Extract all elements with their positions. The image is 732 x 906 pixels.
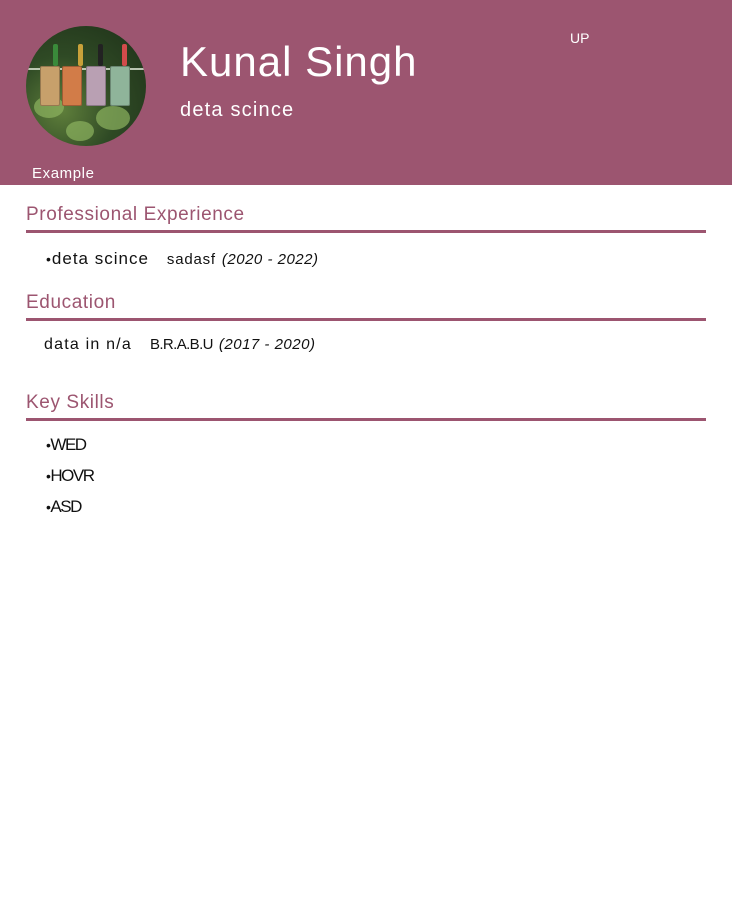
education-degree: data in n/a: [44, 336, 132, 353]
candidate-location: UP: [570, 30, 590, 46]
experience-heading: Professional Experience: [26, 204, 706, 233]
education-section: Education data in n/a B.R.A.B.U (2017 - …: [26, 292, 706, 354]
skill-item: •WED: [46, 429, 706, 460]
experience-title: deta scince: [51, 249, 149, 268]
skills-heading: Key Skills: [26, 392, 706, 421]
skill-item: •HOVR: [46, 460, 706, 491]
bullet-icon: •: [46, 437, 51, 453]
skills-list: •WED •HOVR •ASD: [46, 429, 706, 522]
candidate-headline: deta scince: [180, 99, 295, 121]
profile-photo: [26, 26, 146, 146]
candidate-name: Kunal Singh: [180, 38, 418, 85]
bullet-icon: •: [46, 251, 51, 267]
bullet-icon: •: [46, 468, 51, 484]
skill-label: WED: [50, 435, 87, 454]
experience-section: Professional Experience • deta scince sa…: [26, 204, 706, 269]
bullet-icon: •: [46, 499, 51, 515]
education-dates: (2017 - 2020): [218, 336, 316, 353]
resume-header: Kunal Singh deta scince UP Example: [0, 0, 732, 185]
education-heading: Education: [26, 292, 706, 321]
skill-label: HOVR: [50, 466, 95, 485]
experience-dates: (2020 - 2022): [221, 251, 319, 268]
education-school: B.R.A.B.U: [149, 336, 214, 353]
experience-organization: sadasf: [166, 251, 216, 268]
experience-item: • deta scince sadasf (2020 - 2022): [46, 249, 706, 269]
skills-section: Key Skills •WED •HOVR •ASD: [26, 392, 706, 522]
skill-label: ASD: [50, 497, 82, 516]
photo-caption: Example: [32, 165, 95, 182]
education-item: data in n/a B.R.A.B.U (2017 - 2020): [44, 336, 706, 354]
skill-item: •ASD: [46, 491, 706, 522]
